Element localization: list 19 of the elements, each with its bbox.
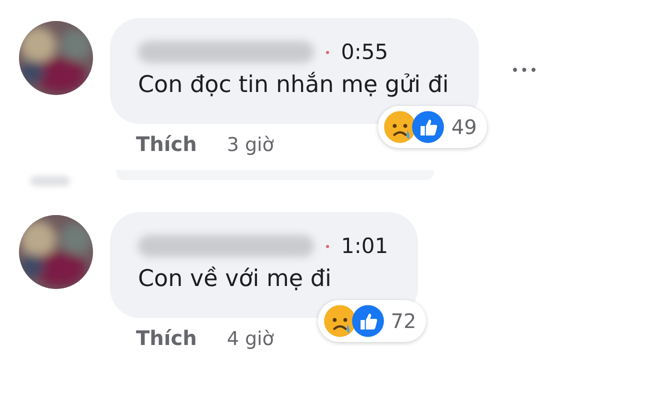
crying-face-icon <box>322 304 357 338</box>
reaction-count: 72 <box>390 309 416 333</box>
reaction-count: 49 <box>451 115 477 139</box>
like-link[interactable]: Thích <box>136 326 197 350</box>
like-link[interactable]: Thích <box>136 132 197 156</box>
reactions-pill[interactable]: 72 <box>318 300 426 342</box>
comment-age: 3 giờ <box>226 134 274 156</box>
avatar-fragment <box>30 176 70 186</box>
thumbs-up-icon <box>350 304 385 338</box>
more-options-button[interactable]: ••• <box>510 63 539 79</box>
thumbs-up-icon <box>411 110 446 144</box>
dot-icon <box>326 50 329 54</box>
comment-text: Con về với mẹ đi <box>138 266 332 292</box>
timestamp: 0:55 <box>341 40 388 64</box>
comment-text: Con đọc tin nhắn mẹ gửi đi <box>138 72 449 98</box>
reactions-pill[interactable]: 49 <box>378 106 487 148</box>
timestamp: 1:01 <box>341 234 388 258</box>
comment-age: 4 giờ <box>226 328 274 350</box>
dot-icon <box>326 244 329 248</box>
